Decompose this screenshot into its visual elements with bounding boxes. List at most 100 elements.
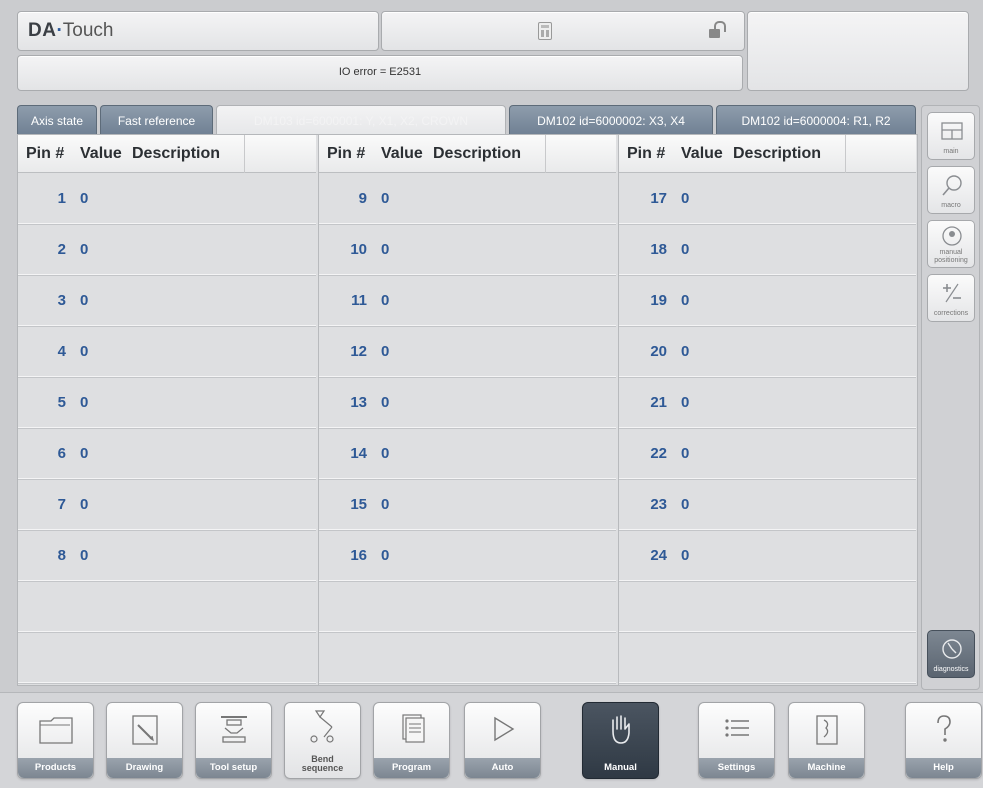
pencil-page-icon xyxy=(132,715,158,745)
program-label: Program xyxy=(374,758,449,778)
pin-number: 5 xyxy=(57,393,66,411)
table-row xyxy=(319,632,616,683)
table-row[interactable]: 16 0 xyxy=(319,530,616,581)
table-row[interactable]: 21 0 xyxy=(619,377,916,428)
header-separator xyxy=(244,134,245,173)
bend-robot-icon xyxy=(310,710,334,743)
table-row[interactable]: 10 xyxy=(18,173,316,224)
brand-logo: DA·Touch xyxy=(28,20,114,41)
column-header: Pin # Value Description xyxy=(319,134,616,173)
header-separator xyxy=(545,134,546,173)
header-value: Value xyxy=(80,144,122,162)
column-header: Pin # Value Description xyxy=(18,134,316,173)
pin-number: 17 xyxy=(650,189,667,207)
io-column-2: Pin # Value Description 90 10 0 11 0 12 0 1… xyxy=(318,134,616,685)
header-description: Description xyxy=(733,144,822,162)
pin-number: 9 xyxy=(358,189,367,207)
table-row[interactable]: 90 xyxy=(319,173,616,224)
bend-sequence-label: Bend sequence xyxy=(301,754,344,773)
pin-number: 13 xyxy=(350,393,367,411)
column-header: Pin # Value Description xyxy=(619,134,916,173)
pin-value: 0 xyxy=(381,291,390,309)
tab-fast-reference[interactable]: Fast reference xyxy=(100,105,213,135)
table-row[interactable]: 13 0 xyxy=(319,377,616,428)
manual-label: Manual xyxy=(604,762,637,773)
dial-icon xyxy=(942,226,962,246)
table-row[interactable]: 50 xyxy=(18,377,316,428)
table-row[interactable]: 10 0 xyxy=(319,224,616,275)
table-row[interactable]: 14 0 xyxy=(319,428,616,479)
pin-value: 0 xyxy=(681,342,690,360)
pin-number: 10 xyxy=(350,240,367,258)
pin-number: 19 xyxy=(650,291,667,309)
table-row xyxy=(18,581,316,632)
manual-positioning-button[interactable]: manual positioning xyxy=(927,220,975,268)
table-row[interactable]: 20 xyxy=(18,224,316,275)
brand-logo-panel: DA·Touch xyxy=(17,11,379,51)
pin-value: 0 xyxy=(381,546,390,564)
unlocked-padlock-icon[interactable] xyxy=(709,21,726,38)
table-row[interactable]: 70 xyxy=(18,479,316,530)
main-button[interactable]: main xyxy=(927,112,975,160)
diagnostics-button[interactable]: diagnostics xyxy=(927,630,975,678)
tool-setup-button[interactable]: Tool setup xyxy=(195,702,272,779)
table-row[interactable]: 19 0 xyxy=(619,275,916,326)
products-button[interactable]: Products xyxy=(17,702,94,779)
pin-number: 16 xyxy=(350,546,367,564)
bend-sequence-button[interactable]: Bend sequence xyxy=(284,702,361,779)
pin-number: 1 xyxy=(57,189,66,207)
status-message: IO error = E2531 xyxy=(338,66,422,78)
calculator-icon[interactable] xyxy=(538,22,552,40)
table-row[interactable]: 80 xyxy=(18,530,316,581)
header-separator xyxy=(845,134,846,173)
table-row[interactable]: 12 0 xyxy=(319,326,616,377)
corrections-label: corrections xyxy=(933,310,969,317)
io-column-3: Pin # Value Description 17 0 18 0 19 0 20 0 … xyxy=(618,134,916,685)
header-pin: Pin # xyxy=(627,144,666,162)
pin-value: 0 xyxy=(80,495,89,513)
pin-value: 0 xyxy=(681,291,690,309)
macro-button[interactable]: macro xyxy=(927,166,975,214)
table-row[interactable]: 24 0 xyxy=(619,530,916,581)
pin-number: 8 xyxy=(57,546,66,564)
pin-number: 6 xyxy=(57,444,66,462)
main-label: main xyxy=(943,148,959,155)
magnifier-icon xyxy=(942,175,962,196)
pin-value: 0 xyxy=(681,444,690,462)
pin-number: 11 xyxy=(351,291,367,309)
machine-button[interactable]: Machine xyxy=(788,702,865,779)
manual-button[interactable]: Manual xyxy=(582,702,659,779)
help-button[interactable]: Help xyxy=(905,702,982,779)
corrections-button[interactable]: corrections xyxy=(927,274,975,322)
question-mark-icon xyxy=(937,715,951,742)
diagnostics-label: diagnostics xyxy=(933,666,969,673)
table-row[interactable]: 60 xyxy=(18,428,316,479)
folder-icon xyxy=(39,717,73,744)
document-stack-icon xyxy=(402,714,425,743)
drawing-button[interactable]: Drawing xyxy=(106,702,183,779)
table-row[interactable]: 40 xyxy=(18,326,316,377)
program-button[interactable]: Program xyxy=(373,702,450,779)
help-label: Help xyxy=(906,758,981,778)
pin-number: 2 xyxy=(57,240,66,258)
table-row[interactable]: 22 0 xyxy=(619,428,916,479)
table-row[interactable]: 18 0 xyxy=(619,224,916,275)
table-row[interactable]: 17 0 xyxy=(619,173,916,224)
tab-dm103[interactable]: DM103 id=6000001: Y, X1, X2, CROWN xyxy=(216,105,506,135)
table-row[interactable]: 30 xyxy=(18,275,316,326)
table-row[interactable]: 20 0 xyxy=(619,326,916,377)
tab-axis-state[interactable]: Axis state xyxy=(17,105,97,135)
tab-dm102-x3-x4[interactable]: DM102 id=6000002: X3, X4 xyxy=(509,105,713,135)
table-row[interactable]: 23 0 xyxy=(619,479,916,530)
right-sidebar: main macro manual positioning corrections… xyxy=(921,105,980,690)
pin-value: 0 xyxy=(381,189,390,207)
machine-page-icon xyxy=(816,715,838,745)
table-row[interactable]: 11 0 xyxy=(319,275,616,326)
tab-dm102-r1-r2[interactable]: DM102 id=6000004: R1, R2 xyxy=(716,105,916,135)
top-center-panel xyxy=(381,11,745,51)
bottom-nav: Products Drawing Tool setup Bend sequence… xyxy=(0,692,983,788)
top-right-panel xyxy=(747,11,969,91)
auto-button[interactable]: Auto xyxy=(464,702,541,779)
table-row[interactable]: 15 0 xyxy=(319,479,616,530)
settings-button[interactable]: Settings xyxy=(698,702,775,779)
